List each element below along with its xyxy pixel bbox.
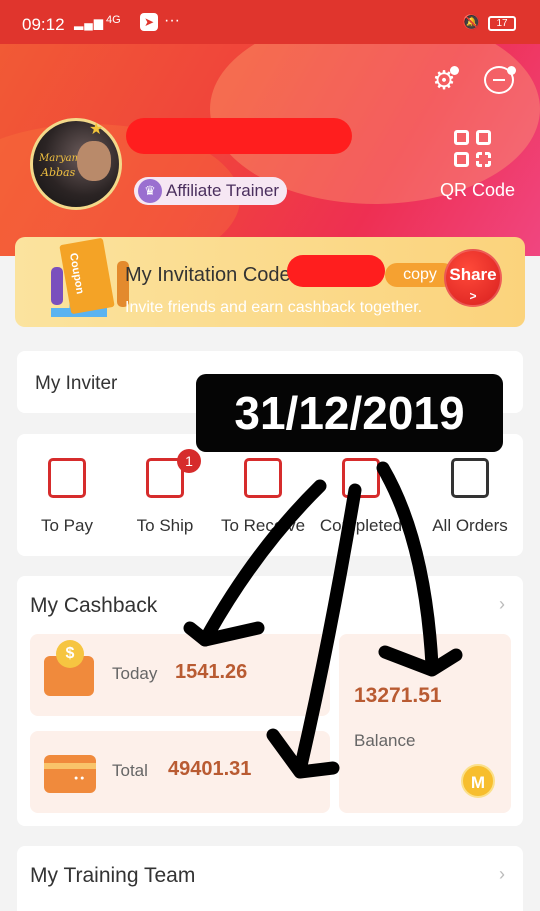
cashback-total-tile[interactable]: Total 49401.31 — [30, 731, 330, 813]
balance-value: 13271.51 — [354, 684, 442, 707]
chevron-right-icon[interactable]: › — [499, 594, 505, 615]
notification-dot — [507, 66, 516, 75]
order-to-pay[interactable]: To Pay — [17, 458, 117, 536]
role-badge-label: Affiliate Trainer — [166, 181, 280, 200]
balance-label: Balance — [354, 731, 416, 750]
checkmark-icon — [342, 458, 380, 498]
order-label: To Pay — [41, 516, 93, 535]
total-value: 49401.31 — [168, 758, 252, 780]
share-button[interactable]: Share > — [444, 249, 502, 307]
network-label: 4G — [106, 14, 121, 26]
status-bar: 09:12 ▂▄▆ 4G ➤ ··· 🔕 17 — [0, 0, 540, 44]
credit-card-icon — [44, 755, 96, 793]
order-to-ship[interactable]: 1 To Ship — [115, 449, 215, 536]
coupon-illustration: Coupon — [59, 237, 115, 315]
order-to-receive[interactable]: To Receive — [213, 458, 313, 536]
truck-icon — [244, 458, 282, 498]
name-redaction — [126, 118, 352, 154]
order-all[interactable]: All Orders — [420, 458, 520, 536]
battery-icon: 17 — [488, 16, 516, 31]
coin-icon: $ — [56, 640, 84, 668]
crown-icon: ♛ — [138, 179, 162, 203]
order-completed[interactable]: Completed — [311, 458, 411, 536]
orders-card: To Pay 1 To Ship To Receive Completed Al… — [17, 434, 523, 556]
chevron-right-icon: › — [499, 864, 505, 884]
date-overlay-label: 31/12/2019 — [196, 374, 503, 452]
invitation-title: My Invitation Code — [125, 264, 291, 286]
avatar-photo — [77, 141, 111, 181]
cashback-card: My Cashback › $ Today 1541.26 Total 4940… — [17, 576, 523, 826]
training-team-card[interactable]: My Training Team › — [17, 846, 523, 911]
order-label: Completed — [319, 516, 403, 535]
qr-code-label[interactable]: QR Code — [440, 180, 515, 201]
invitation-code-redaction — [287, 255, 385, 287]
coin-icon: M — [461, 764, 495, 798]
signal-icon: ▂▄▆ — [74, 16, 104, 30]
person-illustration — [51, 267, 63, 305]
count-badge: 1 — [177, 449, 201, 473]
status-time: 09:12 — [22, 15, 65, 34]
qr-code-icon[interactable] — [454, 130, 494, 170]
avatar[interactable]: ★ Maryam Abbas — [30, 118, 122, 210]
avatar-text: Abbas — [41, 166, 76, 179]
notification-dot — [450, 66, 459, 75]
wallet-icon — [48, 458, 86, 498]
invitation-subtitle: Invite friends and earn cashback togethe… — [125, 299, 423, 316]
avatar-text: Maryam — [39, 153, 82, 164]
star-icon: ★ — [89, 121, 104, 138]
order-label: To Ship — [136, 516, 194, 535]
today-value: 1541.26 — [175, 661, 248, 683]
list-icon — [451, 458, 489, 498]
order-label: All Orders — [432, 516, 508, 535]
cashback-today-tile[interactable]: $ Today 1541.26 — [30, 634, 330, 716]
invitation-card: Coupon My Invitation Code copy Invite fr… — [15, 237, 525, 327]
cashback-title: My Cashback — [30, 594, 158, 617]
today-label: Today — [112, 664, 158, 683]
cashback-balance-tile[interactable]: 13271.51 Balance M — [339, 634, 511, 813]
profile-header: ⚙ ★ Maryam Abbas ♛ Affiliate Trainer QR … — [0, 44, 540, 256]
telegram-icon: ➤ — [140, 13, 158, 31]
inviter-label: My Inviter — [35, 373, 118, 394]
package-icon: 1 — [146, 449, 201, 498]
order-label: To Receive — [220, 516, 306, 535]
total-label: Total — [112, 761, 148, 780]
more-notifications-icon: ··· — [164, 12, 180, 29]
training-title: My Training Team — [30, 864, 196, 887]
share-label: Share — [449, 265, 497, 284]
mute-icon: 🔕 — [462, 14, 481, 31]
role-badge: ♛ Affiliate Trainer — [134, 177, 288, 205]
